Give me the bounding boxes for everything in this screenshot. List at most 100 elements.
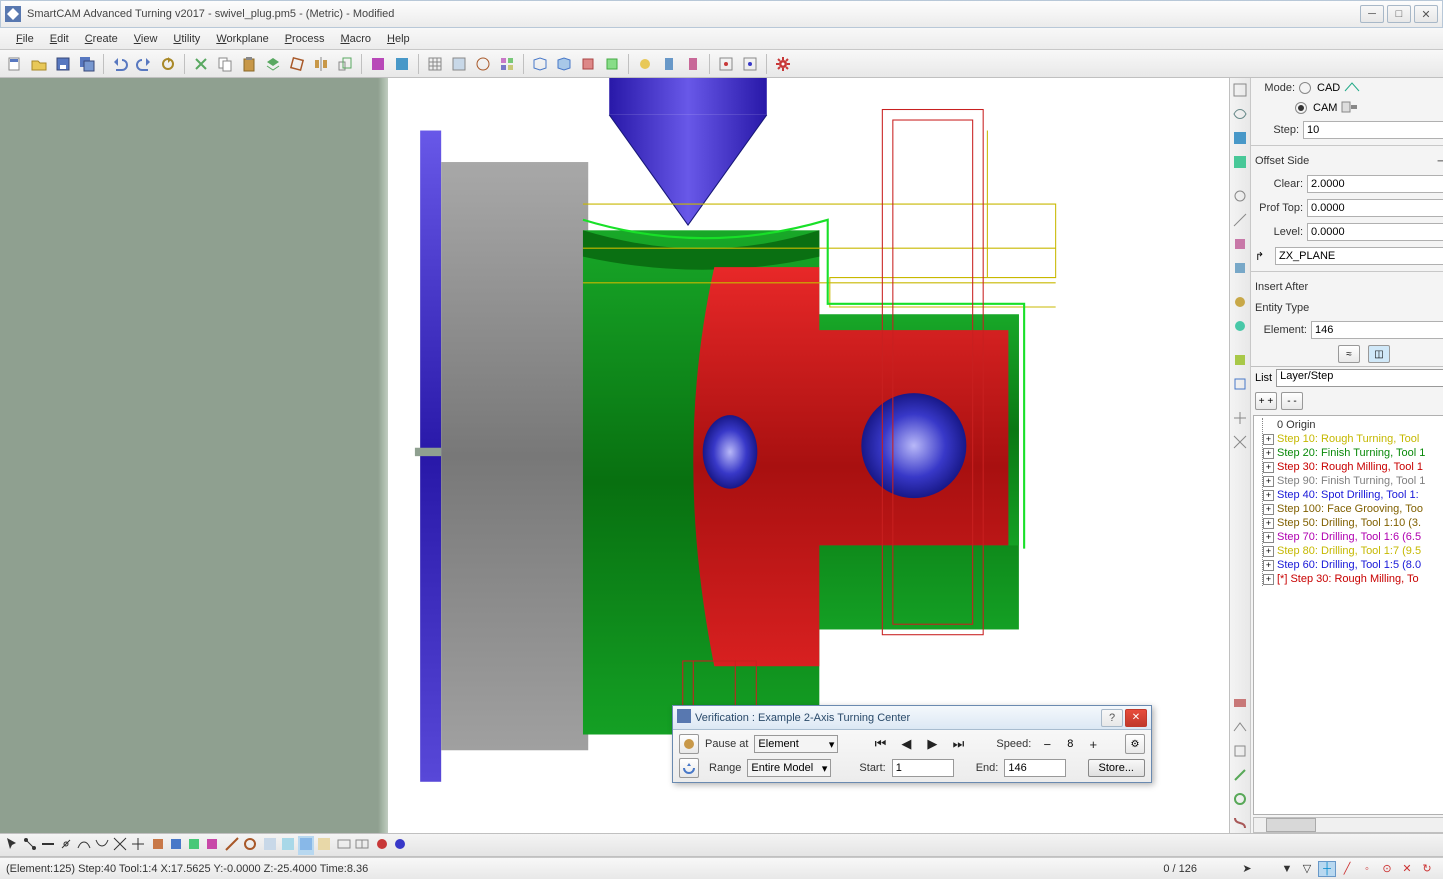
vtb-icon-15[interactable] <box>1230 693 1250 713</box>
rewind-button[interactable]: ⏮ <box>870 735 890 753</box>
verify-settings-icon[interactable]: ⚙ <box>1125 734 1145 754</box>
vtb-icon-4[interactable] <box>1230 152 1250 172</box>
bt-view2-icon[interactable] <box>168 836 184 855</box>
bt-snap1-icon[interactable] <box>22 836 38 855</box>
expand-icon[interactable]: + <box>1263 574 1274 585</box>
menu-workplane[interactable]: Workplane <box>208 31 276 47</box>
status-icon-6[interactable]: ⊙ <box>1378 861 1396 877</box>
tb-x1-icon[interactable] <box>715 53 737 75</box>
expand-icon[interactable]: + <box>1263 546 1274 557</box>
tree-node[interactable]: +[*] Step 30: Rough Milling, To <box>1263 572 1443 586</box>
tb-paste-icon[interactable] <box>238 53 260 75</box>
vtb-icon-8[interactable] <box>1230 258 1250 278</box>
vtb-icon-13[interactable] <box>1230 408 1250 428</box>
level-input[interactable] <box>1307 223 1443 241</box>
tree-hscrollbar[interactable] <box>1253 817 1443 833</box>
menu-edit[interactable]: Edit <box>42 31 77 47</box>
list-mode-select[interactable]: Layer/Step▾ <box>1276 369 1443 387</box>
bt-snap5-icon[interactable] <box>94 836 110 855</box>
status-icon-2[interactable]: ▽ <box>1298 861 1316 877</box>
bt-snap4-icon[interactable] <box>76 836 92 855</box>
expand-icon[interactable]: + <box>1263 504 1274 515</box>
status-icon-4[interactable]: ╱ <box>1338 861 1356 877</box>
bt-view4-icon[interactable] <box>204 836 220 855</box>
store-button[interactable]: Store... <box>1088 759 1145 777</box>
speed-down-button[interactable]: − <box>1037 735 1057 753</box>
tb-mirror-icon[interactable] <box>310 53 332 75</box>
tree-node[interactable]: +Step 50: Drilling, Tool 1:10 (3. <box>1263 516 1443 530</box>
vtb-icon-10[interactable] <box>1230 316 1250 336</box>
vtb-icon-14[interactable] <box>1230 432 1250 452</box>
tb-open-icon[interactable] <box>28 53 50 75</box>
toggle-btn-2[interactable]: ◫ <box>1368 345 1390 363</box>
vtb-icon-12[interactable] <box>1230 374 1250 394</box>
bt-measure2-icon[interactable] <box>242 836 258 855</box>
tree-node[interactable]: +Step 20: Finish Turning, Tool 1 <box>1263 446 1443 460</box>
tb-new-icon[interactable] <box>4 53 26 75</box>
tb-gear-icon[interactable] <box>772 53 794 75</box>
bt-p4-icon[interactable] <box>316 836 332 855</box>
tree-node[interactable]: +Step 30: Rough Milling, Tool 1 <box>1263 460 1443 474</box>
vtb-icon-2[interactable] <box>1230 104 1250 124</box>
vtb-icon-1[interactable] <box>1230 80 1250 100</box>
tb-grid4-icon[interactable] <box>496 53 518 75</box>
tb-copy-icon[interactable] <box>214 53 236 75</box>
vtb-icon-11[interactable] <box>1230 350 1250 370</box>
bt-snap3-icon[interactable] <box>58 836 74 855</box>
status-icon-5[interactable]: ◦ <box>1358 861 1376 877</box>
tb-cut-icon[interactable] <box>190 53 212 75</box>
tb-saveall-icon[interactable] <box>76 53 98 75</box>
status-icon-7[interactable]: ✕ <box>1398 861 1416 877</box>
step-back-button[interactable]: ◀ <box>896 735 916 753</box>
vtb-icon-18[interactable] <box>1230 765 1250 785</box>
tree-node[interactable]: +Step 80: Drilling, Tool 1:7 (9.5 <box>1263 544 1443 558</box>
tb-layer-icon[interactable] <box>262 53 284 75</box>
tb-tool2-icon[interactable] <box>658 53 680 75</box>
plane-input[interactable] <box>1275 247 1443 265</box>
menu-file[interactable]: File <box>8 31 42 47</box>
bt-snap7-icon[interactable] <box>130 836 146 855</box>
close-button[interactable]: ✕ <box>1414 5 1438 23</box>
tb-rotate-icon[interactable] <box>286 53 308 75</box>
tb-redo-icon[interactable] <box>133 53 155 75</box>
bt-view3-icon[interactable] <box>186 836 202 855</box>
verify-option2-icon[interactable] <box>679 758 699 778</box>
bt-p1-icon[interactable] <box>262 836 278 855</box>
expand-icon[interactable]: + <box>1263 532 1274 543</box>
vtb-icon-3[interactable] <box>1230 128 1250 148</box>
tb-tool1-icon[interactable] <box>634 53 656 75</box>
tb-tool3-icon[interactable] <box>682 53 704 75</box>
expand-icon[interactable]: + <box>1263 462 1274 473</box>
tb-grid1-icon[interactable] <box>424 53 446 75</box>
bt-pointer-icon[interactable] <box>4 836 20 855</box>
end-input[interactable] <box>1004 759 1066 777</box>
start-input[interactable] <box>892 759 954 777</box>
tree-node[interactable]: 0 Origin <box>1263 418 1443 432</box>
menu-process[interactable]: Process <box>277 31 333 47</box>
vtb-icon-16[interactable] <box>1230 717 1250 737</box>
menu-utility[interactable]: Utility <box>165 31 208 47</box>
status-icon-3[interactable]: ┼ <box>1318 861 1336 877</box>
speed-up-button[interactable]: + <box>1083 735 1103 753</box>
menu-create[interactable]: Create <box>77 31 126 47</box>
tb-save-icon[interactable] <box>52 53 74 75</box>
tree-node[interactable]: +Step 40: Spot Drilling, Tool 1: <box>1263 488 1443 502</box>
tb-mesh3-icon[interactable] <box>577 53 599 75</box>
expand-icon[interactable]: + <box>1263 490 1274 501</box>
mode-cad-radio[interactable] <box>1299 82 1311 94</box>
tree-node[interactable]: +Step 10: Rough Turning, Tool <box>1263 432 1443 446</box>
menu-view[interactable]: View <box>126 31 166 47</box>
bt-r1-icon[interactable] <box>374 836 390 855</box>
expand-icon[interactable]: + <box>1263 518 1274 529</box>
tb-mesh1-icon[interactable] <box>529 53 551 75</box>
expand-icon[interactable]: + <box>1263 434 1274 445</box>
tb-mesh2-icon[interactable] <box>553 53 575 75</box>
bt-p2-icon[interactable] <box>280 836 296 855</box>
tb-mesh4-icon[interactable] <box>601 53 623 75</box>
bt-p3-active-icon[interactable] <box>298 836 314 855</box>
expand-icon[interactable]: + <box>1263 560 1274 571</box>
tb-view1-icon[interactable] <box>367 53 389 75</box>
proftop-input[interactable] <box>1307 199 1443 217</box>
play-button[interactable]: ▶ <box>922 735 942 753</box>
tb-grid2-icon[interactable] <box>448 53 470 75</box>
